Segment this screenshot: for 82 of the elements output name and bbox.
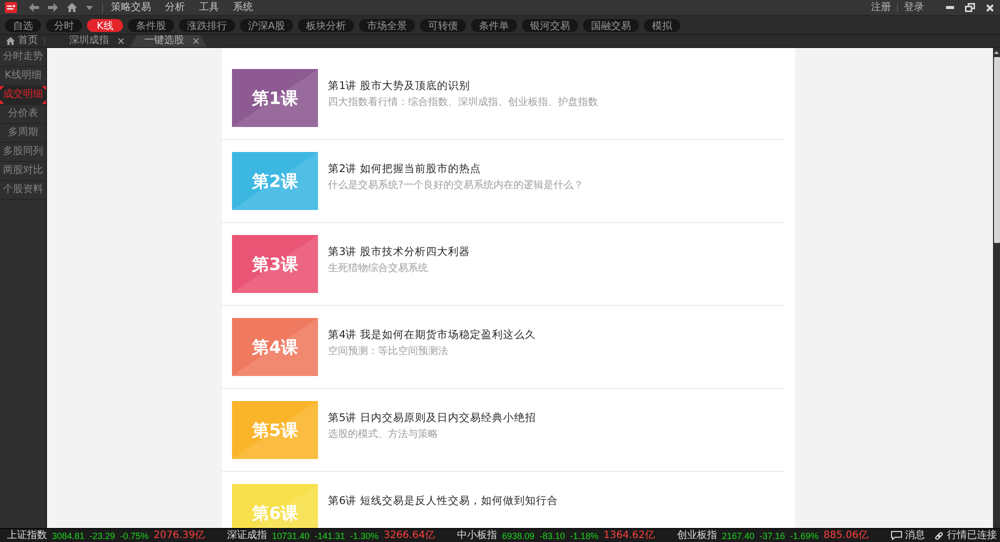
course-title[interactable]: 第4讲 我是如何在期货市场稳定盈利这么久 [328,328,536,342]
course-cover: 第6课 [232,484,318,528]
account-link[interactable]: 注册 [871,1,891,14]
index-name: 深证成指 [226,530,267,542]
toolbar-button[interactable]: K线 [87,18,123,32]
sidebar-item[interactable]: 成交明细 [0,86,46,105]
messages-button[interactable]: 消息 [891,530,925,542]
index-percent: -0.75% [120,530,149,542]
index-name: 中小板指 [456,530,497,542]
sidebar-item[interactable]: 分价表 [0,105,46,124]
tab[interactable]: 深圳成指 [55,35,132,47]
course-title[interactable]: 第2讲 如何把握当前股市的热点 [328,162,584,176]
toolbar-button[interactable]: 模拟 [644,18,680,32]
sidebar-item[interactable]: 多周期 [0,124,46,143]
index-turnover: 1364.62亿 [604,530,655,542]
index-change: -37.16 [759,530,785,542]
index-percent: -1.18% [570,530,599,542]
toolbar-button[interactable]: 沪深A股 [240,18,293,32]
home-icon[interactable] [67,3,77,12]
menu-item[interactable]: 系统 [233,1,253,14]
course-title[interactable]: 第1讲 股市大势及顶底的识别 [328,79,598,93]
course-description: 选股的模式、方法与策略 [328,428,439,441]
course-description: 生死猎物综合交易系统 [328,262,429,275]
course-cover: 第3课 [232,235,318,293]
course-title[interactable]: 第6讲 短线交易是反人性交易，如何做到知行合 [328,494,558,508]
close-icon[interactable] [193,38,199,44]
index-turnover: 885.06亿 [824,530,869,542]
index-turnover: 3266.64亿 [384,530,435,542]
back-arrow-icon[interactable] [29,3,39,12]
toolbar-button[interactable]: 可转债 [420,18,466,32]
index-change: -23.29 [90,530,116,542]
toolbar-button[interactable]: 板块分析 [298,18,354,32]
account-link[interactable]: 登录 [904,1,924,14]
sidebar-item[interactable]: 多股同列 [0,143,46,162]
index-turnover: 2076.39亿 [154,530,205,542]
connection-status: 行情已连接 [947,530,997,542]
index-name: 上证指数 [7,530,47,542]
course-cover: 第2课 [232,152,318,210]
course-cover: 第5课 [232,401,318,459]
index-value: 2167.40 [722,530,754,542]
menu-item[interactable]: 策略交易 [111,1,151,14]
toolbar-button[interactable]: 自选 [5,18,41,32]
course-cover: 第1课 [232,69,318,127]
index-value: 10731.40 [272,530,310,542]
toolbar-button[interactable]: 条件股 [128,18,174,32]
speech-bubble-icon [891,531,902,540]
index-percent: -1.69% [790,530,819,542]
course-cover: 第4课 [232,318,318,376]
forward-arrow-icon[interactable] [48,3,58,12]
tab[interactable]: 首页 [5,35,44,47]
app-logo-icon [5,2,17,13]
tab[interactable]: 一键选股 [130,35,207,47]
index-value: 3084.81 [52,530,85,542]
course-title[interactable]: 第3讲 股市技术分析四大利器 [328,245,470,259]
menu-item[interactable]: 分析 [165,1,185,14]
index-value: 6938.09 [502,530,534,542]
sidebar-item[interactable]: 分时走势 [0,48,46,67]
scroll-up-arrow-icon[interactable] [994,51,999,54]
index-change: -83.10 [539,530,566,542]
course-description: 什么是交易系统?一个良好的交易系统内在的逻辑是什么？ [328,179,584,192]
sidebar-item[interactable]: 个股资料 [0,181,46,200]
toolbar-button[interactable]: 分时 [46,18,82,32]
toolbar-button[interactable]: 市场全景 [358,18,415,32]
restore-icon[interactable] [965,3,975,12]
sidebar-item[interactable]: 两股对比 [0,162,46,181]
close-icon[interactable] [118,38,124,44]
course-description: 四大指数看行情：综合指数、深圳成指、创业板指、护盘指数 [328,96,598,109]
home-icon [6,37,15,45]
menu-item[interactable]: 工具 [199,1,219,14]
link-icon [934,530,944,540]
index-name: 创业板指 [676,530,717,542]
index-change: -141.31 [314,530,346,542]
index-percent: -1.30% [350,530,379,542]
scrollbar[interactable] [993,48,1000,528]
toolbar-button[interactable]: 银河交易 [522,18,578,32]
toolbar-button[interactable]: 涨跌排行 [179,18,235,32]
course-title[interactable]: 第5讲 日内交易原则及日内交易经典小绝招 [328,411,536,425]
toolbar-button[interactable]: 条件单 [470,18,517,32]
course-description: 空间预测：等比空间预测法 [328,345,449,358]
scrollbar-thumb[interactable] [994,57,1000,243]
toolbar-button[interactable]: 国融交易 [582,18,639,32]
caret-icon[interactable] [86,6,93,10]
